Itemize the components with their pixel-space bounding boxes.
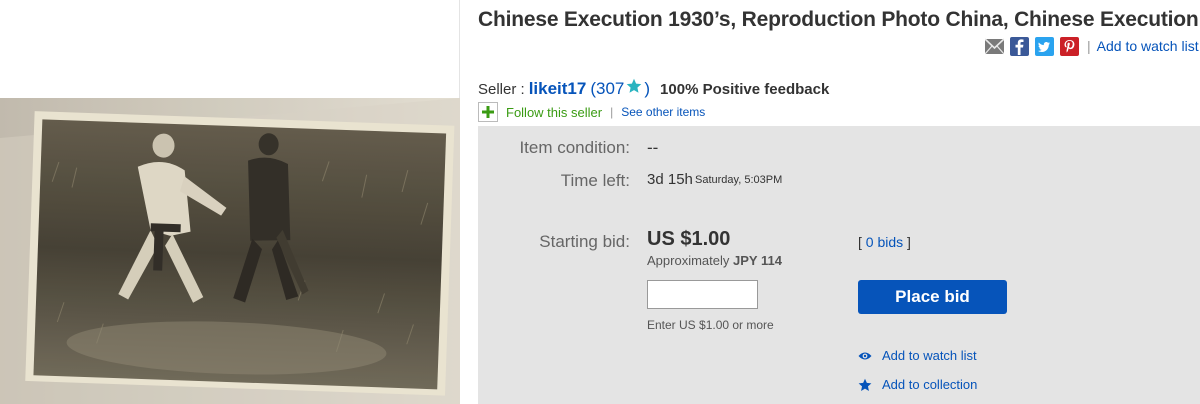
place-bid-button[interactable]: Place bid xyxy=(858,280,1007,314)
item-condition-value: -- xyxy=(647,138,659,157)
share-row: | Add to watch list xyxy=(984,35,1199,57)
email-icon[interactable] xyxy=(984,37,1005,56)
facebook-icon[interactable] xyxy=(1010,36,1029,56)
bids-link[interactable]: 0 bids xyxy=(866,234,903,250)
time-left-label: Time left: xyxy=(560,171,630,190)
add-to-collection-action[interactable]: Add to collection xyxy=(858,377,977,392)
bid-count: [ 0 bids ] xyxy=(858,234,911,250)
follow-seller-link[interactable]: Follow this seller xyxy=(506,105,602,120)
bids-open-bracket: [ xyxy=(858,234,862,250)
item-photo[interactable] xyxy=(0,98,460,404)
bid-hint: Enter US $1.00 or more xyxy=(647,318,774,332)
feedback-score-link[interactable]: (307 xyxy=(590,79,624,99)
feedback-score-close: ) xyxy=(644,79,651,98)
follow-separator: | xyxy=(610,105,614,119)
see-other-items-link[interactable]: See other items xyxy=(621,105,705,119)
time-left-end: Saturday, 5:03PM xyxy=(695,174,783,186)
item-condition-label: Item condition: xyxy=(519,138,630,157)
approx-price: Approximately JPY 114 xyxy=(647,253,782,268)
seller-name-link[interactable]: likeit17 xyxy=(529,79,587,99)
add-to-watch-list-action[interactable]: Add to watch list xyxy=(858,348,977,363)
add-to-collection-label: Add to collection xyxy=(882,377,978,392)
bid-panel: Item condition: -- Time left: 3d 15h Sat… xyxy=(478,126,1200,404)
eye-icon xyxy=(858,349,872,363)
seller-info: Seller : likeit17 (307 ) 100% Positive f… xyxy=(478,78,829,99)
approx-value: JPY 114 xyxy=(733,253,782,268)
item-image-panel xyxy=(0,0,460,404)
starting-bid-label: Starting bid: xyxy=(539,232,630,251)
add-to-watch-list-link[interactable]: Add to watch list xyxy=(1097,38,1199,54)
add-to-watch-list-label: Add to watch list xyxy=(882,348,977,363)
positive-feedback: 100% Positive feedback xyxy=(660,81,830,98)
twitter-icon[interactable] xyxy=(1035,36,1054,56)
seller-label: Seller : xyxy=(478,81,525,98)
pinterest-icon[interactable] xyxy=(1060,36,1079,56)
share-separator: | xyxy=(1087,38,1091,54)
star-icon xyxy=(858,378,872,392)
approx-label: Approximately xyxy=(647,253,730,268)
listing-title: Chinese Execution 1930’s, Reproduction P… xyxy=(478,8,1199,31)
time-left-value: 3d 15h xyxy=(647,171,693,188)
feedback-star-icon xyxy=(626,78,642,94)
bids-close-bracket: ] xyxy=(907,234,911,250)
bid-amount-input[interactable] xyxy=(647,280,758,309)
plus-icon[interactable] xyxy=(478,102,498,122)
follow-row: Follow this seller | See other items xyxy=(478,102,705,122)
starting-bid-value: US $1.00 xyxy=(647,228,731,250)
